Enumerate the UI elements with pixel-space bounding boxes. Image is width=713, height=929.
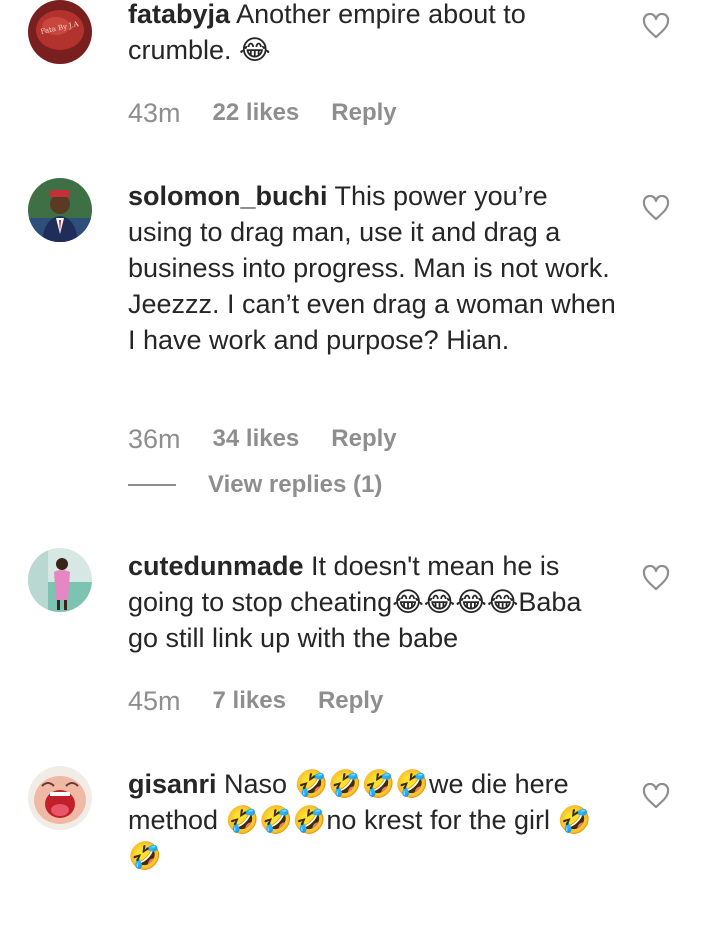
comment-body: solomon_buchi This power you’re using to… xyxy=(128,178,618,358)
avatar[interactable] xyxy=(28,178,92,242)
avatar-image-icon xyxy=(28,548,92,612)
like-heart-icon[interactable] xyxy=(642,13,670,39)
divider-line xyxy=(128,484,176,486)
avatar-image-icon xyxy=(28,178,92,242)
view-replies-button[interactable]: View replies (1) xyxy=(128,467,382,503)
comment-body: fatabyja Another empire about to crumble… xyxy=(128,0,618,68)
comment-likes[interactable]: 34 likes xyxy=(213,425,300,453)
comment-username[interactable]: fatabyja xyxy=(128,0,230,29)
comment-likes[interactable]: 7 likes xyxy=(213,687,286,715)
like-heart-icon[interactable] xyxy=(642,195,670,221)
comment-username[interactable]: gisanri xyxy=(128,769,217,799)
avatar-image-icon: Fata By J.A xyxy=(28,0,92,64)
like-heart-icon[interactable] xyxy=(642,565,670,591)
view-replies-label: View replies (1) xyxy=(208,471,383,498)
reply-button[interactable]: Reply xyxy=(318,687,383,715)
comment-username[interactable]: solomon_buchi xyxy=(128,181,328,211)
comment-time: 43m xyxy=(128,97,181,128)
reply-button[interactable]: Reply xyxy=(331,425,396,453)
comment-username[interactable]: cutedunmade xyxy=(128,551,304,581)
comment-likes[interactable]: 22 likes xyxy=(213,99,300,127)
comment-time: 36m xyxy=(128,423,181,454)
comment-time: 45m xyxy=(128,685,181,716)
reply-button[interactable]: Reply xyxy=(331,99,396,127)
comment-meta: 36m 34 likes Reply xyxy=(128,421,397,457)
avatar[interactable]: Fata By J.A xyxy=(28,0,92,64)
like-heart-icon[interactable] xyxy=(642,783,670,809)
comment-body: cutedunmade It doesn't mean he is going … xyxy=(128,548,618,656)
avatar-image-icon xyxy=(28,766,92,830)
avatar[interactable] xyxy=(28,548,92,612)
comment-meta: 43m 22 likes Reply xyxy=(128,95,397,131)
avatar[interactable] xyxy=(28,766,92,830)
comment-meta: 45m 7 likes Reply xyxy=(128,683,383,719)
comment-body: gisanri Naso 🤣🤣🤣🤣we die here method 🤣🤣🤣n… xyxy=(128,766,618,874)
